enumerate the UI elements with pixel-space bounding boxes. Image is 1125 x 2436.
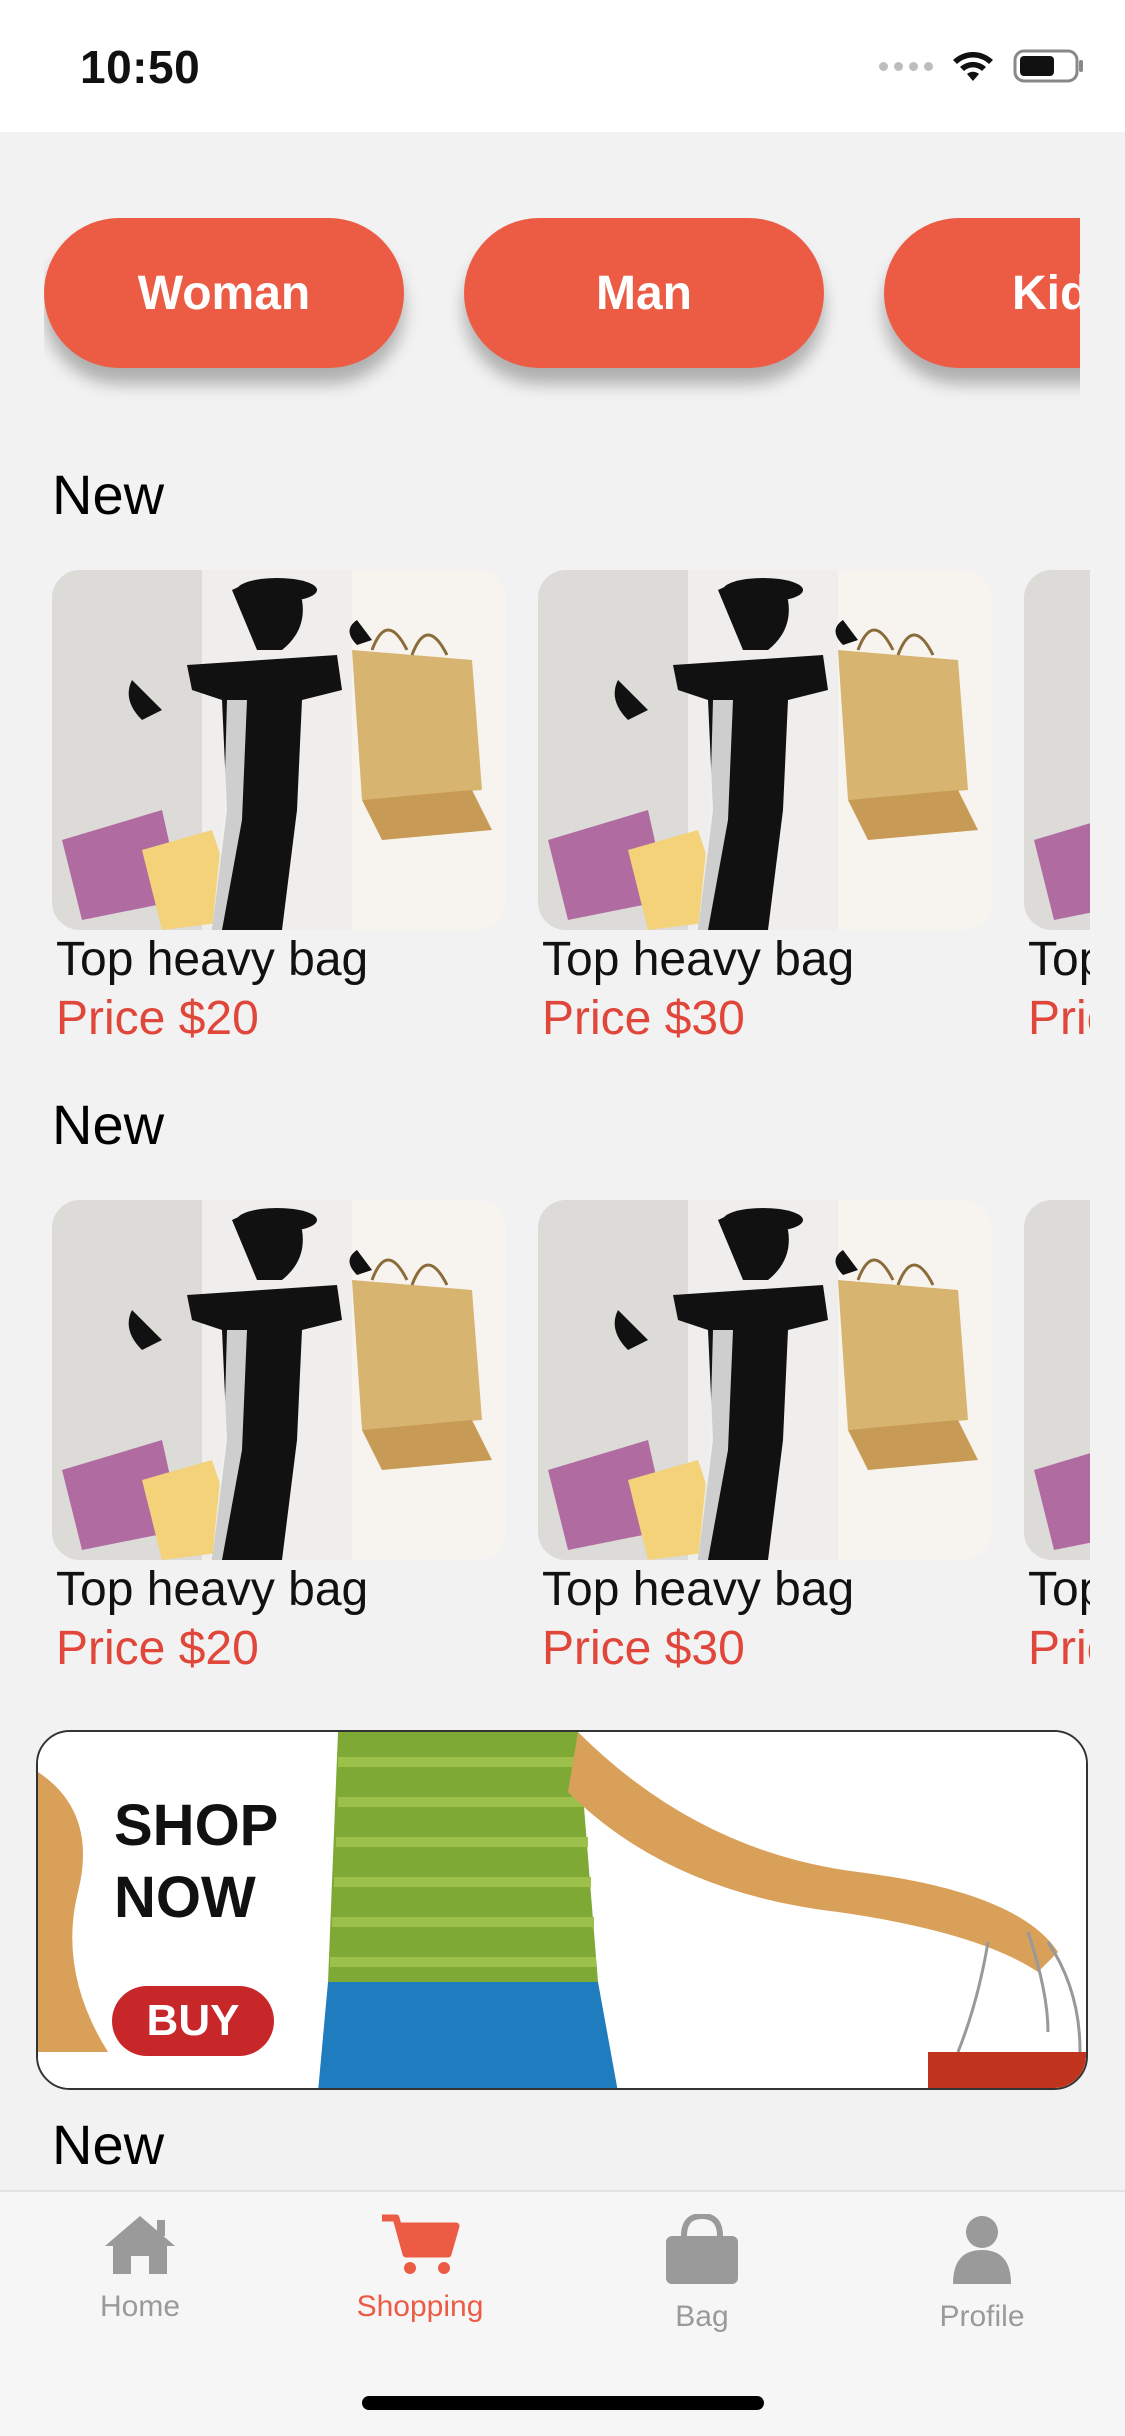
category-label: Kids [1012, 266, 1080, 320]
tab-profile[interactable]: Profile [842, 2214, 1122, 2334]
status-time: 10:50 [80, 41, 201, 93]
product-card[interactable]: Top heavy bag Price $20 [52, 1200, 506, 1678]
product-image [538, 570, 992, 930]
product-name: Top heavy bag [542, 1563, 855, 1616]
category-pill-woman[interactable]: Woman [44, 218, 404, 368]
product-price: Price $30 [542, 992, 745, 1045]
category-label: Man [596, 266, 692, 320]
home-icon [105, 2216, 175, 2274]
battery-icon [1013, 49, 1083, 83]
buy-button[interactable]: BUY [112, 1986, 274, 2056]
product-name: Top heavy bag [1028, 1563, 1090, 1616]
tab-bag[interactable]: Bag [562, 2214, 842, 2334]
product-price: Price $20 [56, 992, 259, 1045]
product-image [52, 570, 506, 930]
product-image [1024, 1200, 1090, 1560]
product-image [538, 1200, 992, 1560]
banner-title: SHOP NOW [114, 1793, 278, 1930]
section-title: New [52, 463, 165, 526]
product-name: Top heavy bag [542, 933, 855, 986]
product-name: Top heavy bag [56, 1563, 369, 1616]
tab-home[interactable]: Home [0, 2214, 280, 2324]
category-label: Woman [137, 266, 311, 320]
category-pill-man[interactable]: Man [464, 218, 824, 368]
product-card[interactable]: Top heavy bag Price $30 [538, 570, 992, 1048]
tab-shopping[interactable]: Shopping [280, 2214, 560, 2324]
category-pill-kids[interactable]: Kids [884, 218, 1080, 368]
tab-label: Home [99, 2290, 181, 2323]
bag-icon [666, 2214, 738, 2284]
product-name: Top heavy bag [1028, 933, 1090, 986]
product-card[interactable]: Top heavy bag Price $20 [1024, 570, 1090, 1048]
section-title: New [52, 2113, 165, 2176]
product-card[interactable]: Top heavy bag Price $20 [1024, 1200, 1090, 1678]
product-image [52, 1200, 506, 1560]
status-bar: 10:50 [0, 0, 1125, 132]
status-icons [879, 48, 1085, 84]
profile-icon [953, 2216, 1011, 2284]
tab-label: Profile [939, 2300, 1025, 2333]
product-row: Top heavy bag Price $20 Top heavy bag Pr… [52, 1200, 1090, 1700]
tab-label: Bag [675, 2300, 729, 2333]
product-image [1024, 570, 1090, 930]
product-price: Price $30 [542, 1622, 745, 1675]
promo-banner[interactable]: SHOP NOW BUY [36, 1730, 1088, 2090]
product-card[interactable]: Top heavy bag Price $30 [538, 1200, 992, 1678]
product-price: Price $20 [1028, 1622, 1090, 1675]
tab-label: Shopping [356, 2290, 484, 2323]
cart-icon [382, 2214, 460, 2274]
category-row: Woman Man Kids [44, 218, 1080, 408]
section-title: New [52, 1093, 165, 1156]
product-card[interactable]: Top heavy bag Price $20 [52, 570, 506, 1048]
product-price: Price $20 [56, 1622, 259, 1675]
product-row: Top heavy bag Price $20 Top heavy bag Pr… [52, 570, 1090, 1070]
product-name: Top heavy bag [56, 933, 369, 986]
home-indicator [362, 2396, 764, 2410]
product-price: Price $20 [1028, 992, 1090, 1045]
wifi-icon [953, 52, 993, 81]
signal-icon [879, 61, 933, 71]
